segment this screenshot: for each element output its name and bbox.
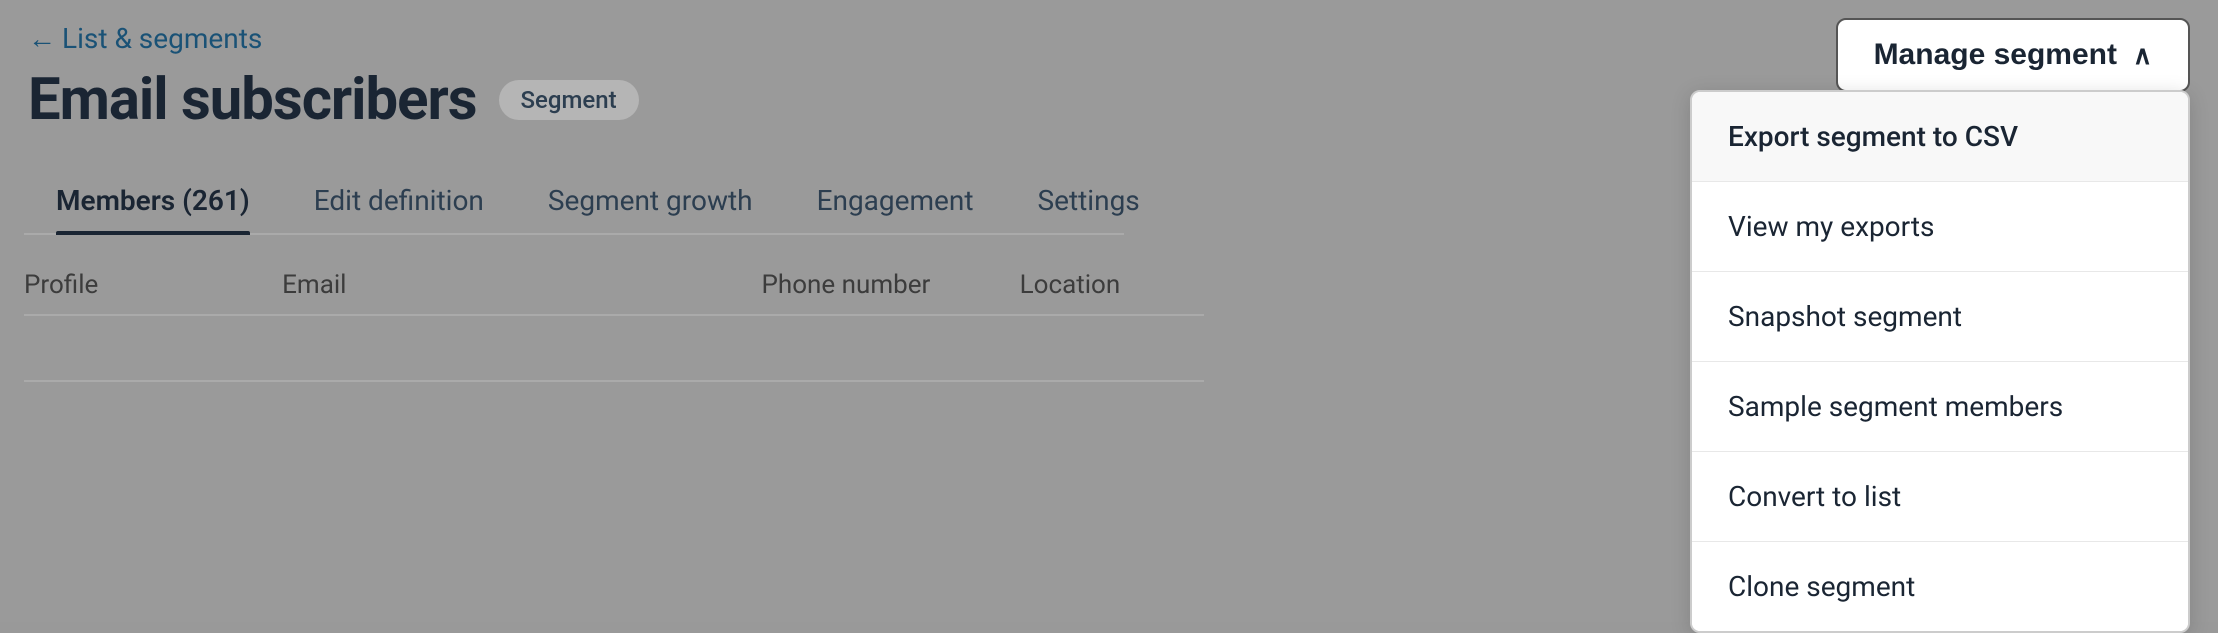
manage-segment-label: Manage segment: [1874, 38, 2117, 72]
col-header-profile: Profile: [24, 270, 282, 300]
tab-members[interactable]: Members (261): [24, 170, 282, 233]
table-row-divider: [24, 380, 1204, 382]
back-link[interactable]: ← List & segments: [28, 22, 262, 55]
back-link-label: List & segments: [62, 22, 262, 55]
back-arrow-icon: ←: [28, 22, 56, 55]
chevron-up-icon: ∧: [2133, 40, 2152, 71]
tabs-nav: Members (261) Edit definition Segment gr…: [24, 170, 1124, 235]
dropdown-item-convert-list[interactable]: Convert to list: [1692, 452, 2188, 542]
tab-engagement[interactable]: Engagement: [785, 170, 1006, 233]
dropdown-item-clone[interactable]: Clone segment: [1692, 542, 2188, 631]
tab-segment-growth[interactable]: Segment growth: [516, 170, 785, 233]
manage-segment-dropdown: Export segment to CSV View my exports Sn…: [1690, 90, 2190, 633]
dropdown-item-export-csv[interactable]: Export segment to CSV: [1692, 92, 2188, 182]
col-header-location: Location: [1020, 270, 1204, 300]
manage-segment-button[interactable]: Manage segment ∧: [1836, 18, 2190, 92]
table-header: Profile Email Phone number Location: [24, 270, 1204, 316]
dropdown-item-sample-members[interactable]: Sample segment members: [1692, 362, 2188, 452]
dropdown-item-snapshot[interactable]: Snapshot segment: [1692, 272, 2188, 362]
page-title: Email subscribers: [28, 66, 477, 134]
tab-edit-definition[interactable]: Edit definition: [282, 170, 516, 233]
dropdown-item-view-exports[interactable]: View my exports: [1692, 182, 2188, 272]
tab-settings[interactable]: Settings: [1006, 170, 1172, 233]
col-header-email: Email: [282, 270, 761, 300]
segment-badge: Segment: [499, 80, 639, 120]
page-title-area: Email subscribers Segment: [28, 66, 639, 134]
col-header-phone: Phone number: [762, 270, 1020, 300]
